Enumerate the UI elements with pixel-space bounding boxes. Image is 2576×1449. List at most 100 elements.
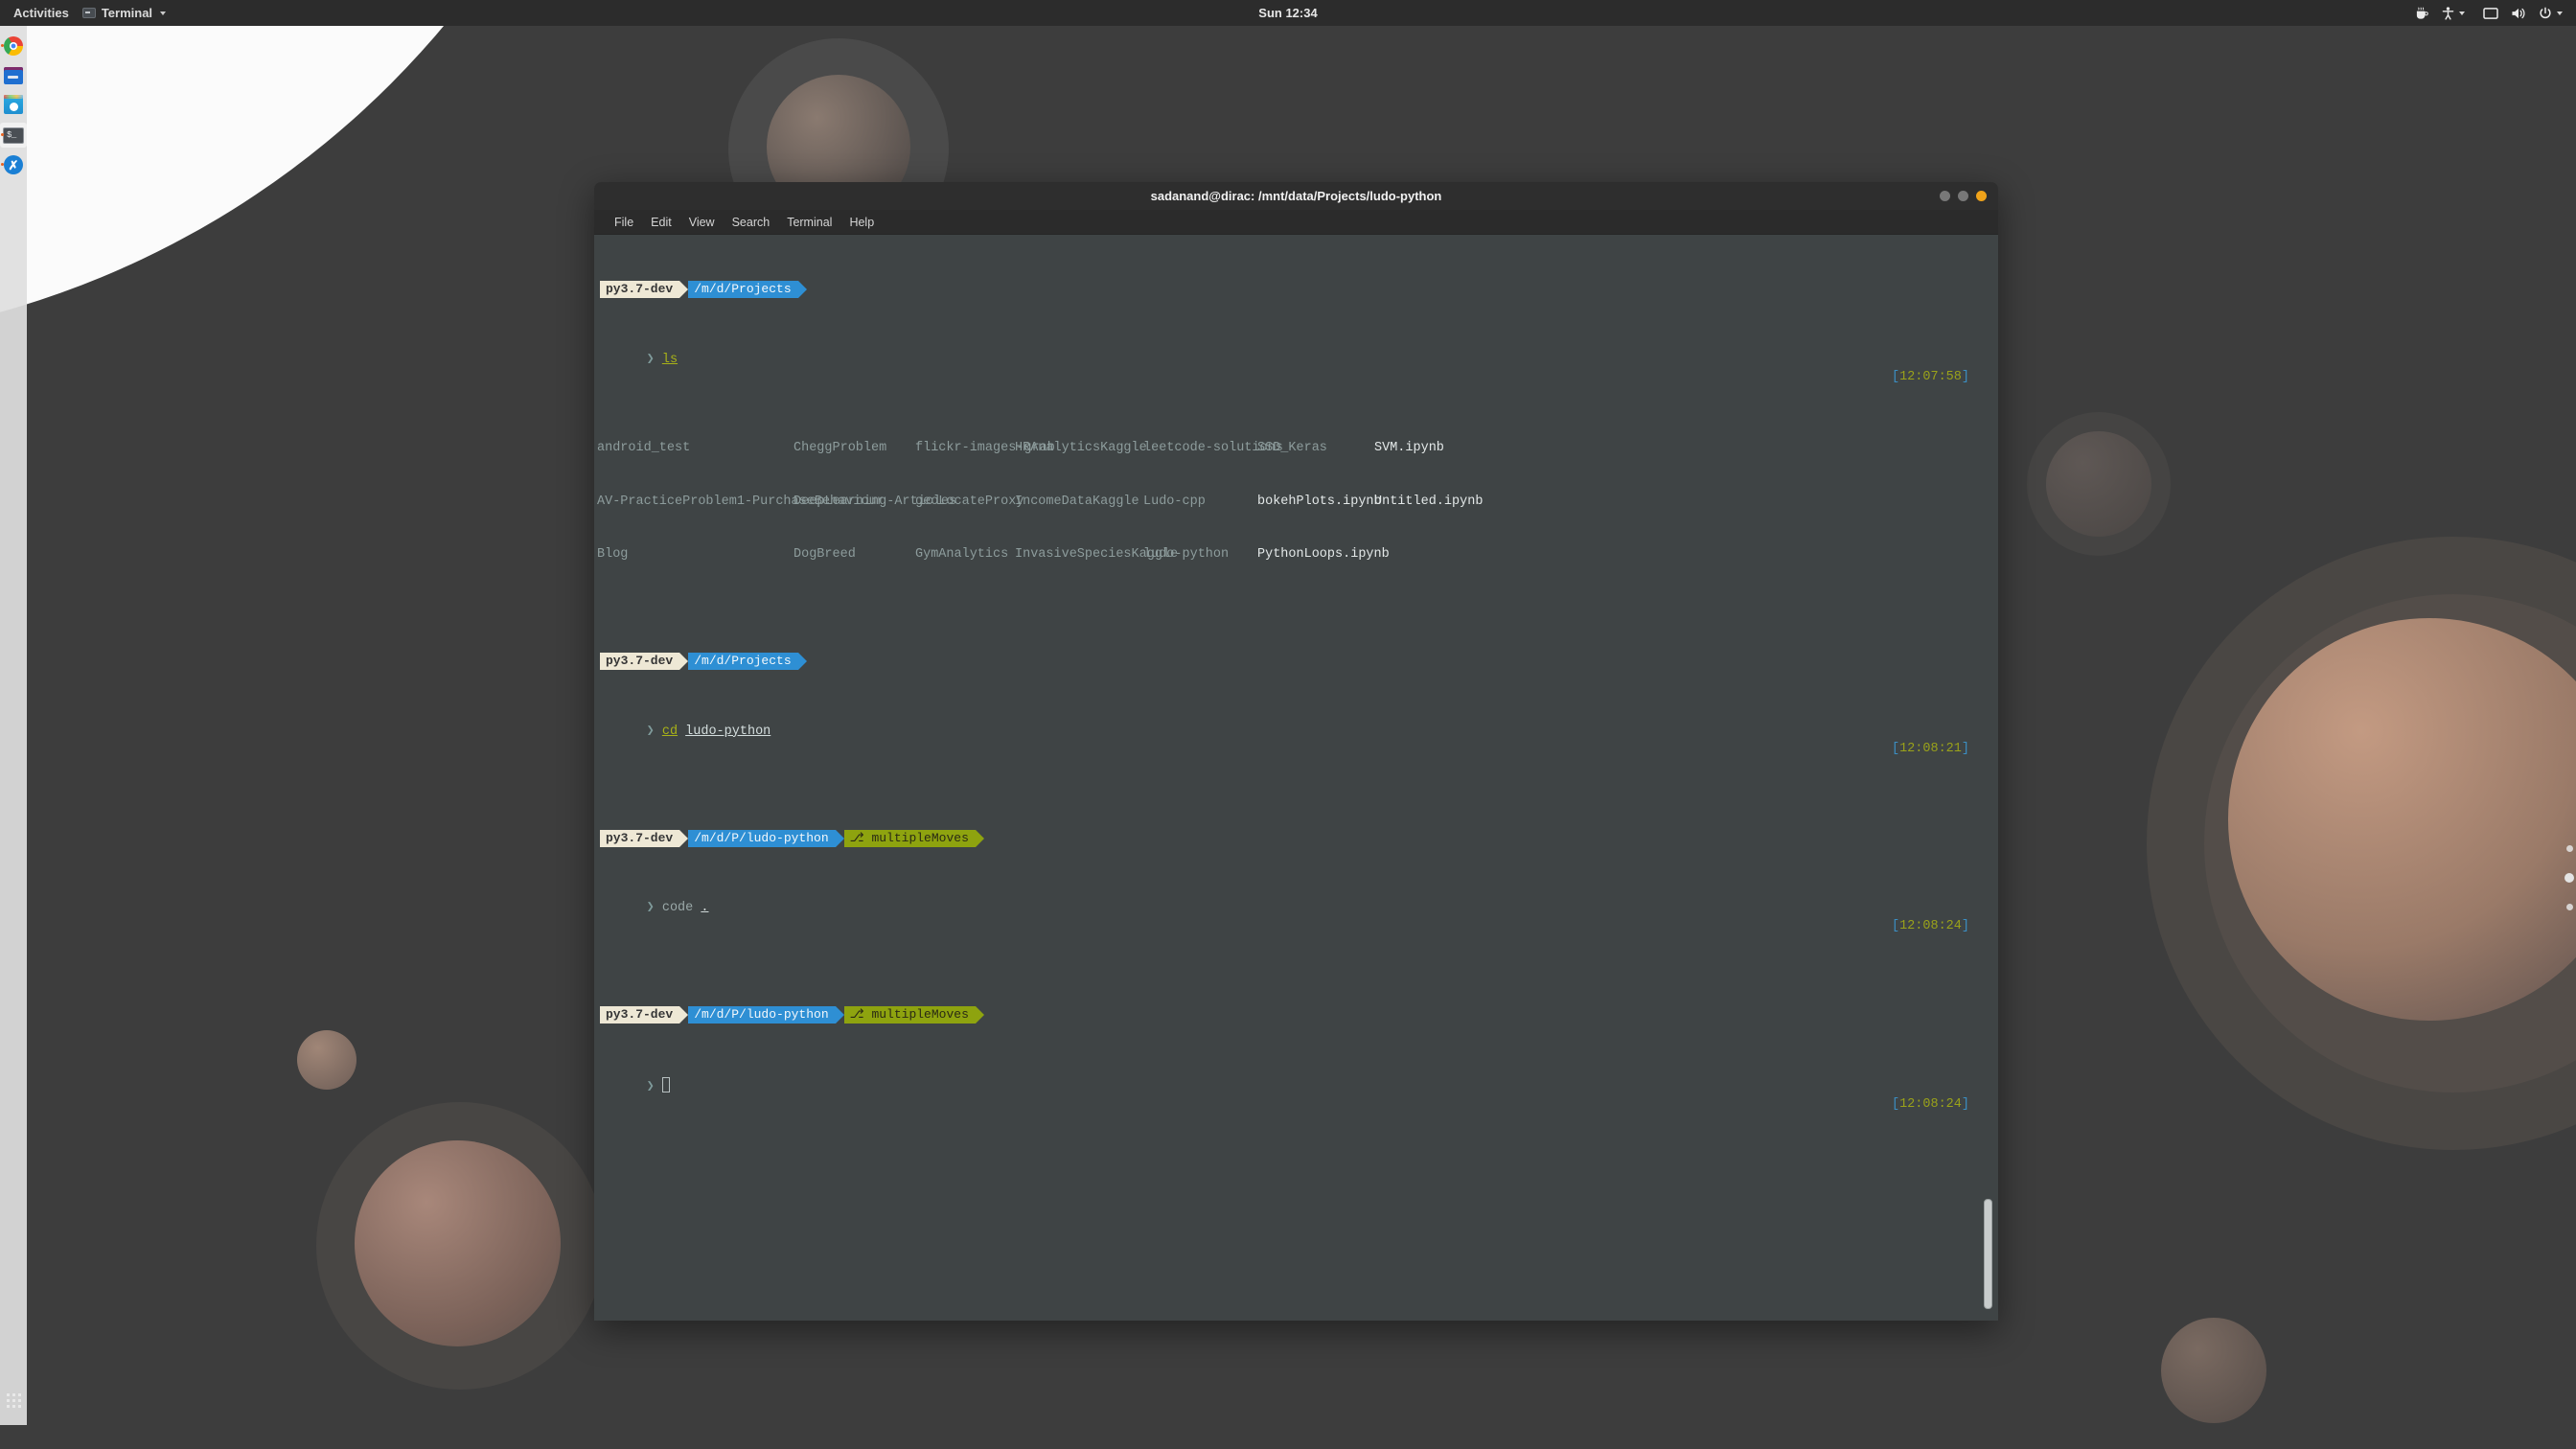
workspace-dot[interactable] (2566, 904, 2573, 910)
powerline-separator-icon (975, 1006, 984, 1024)
git-branch-name: multipleMoves (871, 1007, 969, 1022)
ls-listing: android_test AV-PracticeProblem1-Purchas… (597, 404, 1998, 600)
menu-help[interactable]: Help (840, 214, 883, 231)
accessibility-icon[interactable] (2442, 6, 2465, 20)
chevron-down-icon (160, 11, 167, 15)
activities-button[interactable]: Activities (13, 6, 69, 20)
dock-item-files[interactable] (0, 63, 27, 88)
prompt-git-segment: ⎇ multipleMoves (843, 829, 976, 847)
ls-entry[interactable]: IncomeDataKaggle (1015, 494, 1143, 512)
powerline-separator-icon (679, 1006, 689, 1024)
ls-entry[interactable]: Blog (597, 546, 794, 564)
ls-entry[interactable]: ludo-python (1143, 546, 1257, 564)
ls-entry[interactable]: DeepLearning-Articles (794, 494, 956, 512)
wallpaper-orb-7 (2046, 431, 2151, 537)
ls-entry[interactable]: InvasiveSpeciesKaggle (1015, 546, 1178, 564)
ls-entry[interactable]: SVM.ipynb (1374, 440, 1483, 458)
menu-file[interactable]: File (606, 214, 642, 231)
ls-entry[interactable]: flickr-images-grab (915, 440, 1055, 458)
menu-bar: File Edit View Search Terminal Help (594, 210, 1998, 235)
prompt-path-segment: /m/d/P/ludo-python (688, 1006, 836, 1024)
wallpaper-orb-6 (2161, 1318, 2266, 1423)
powerline-separator-icon (797, 653, 807, 670)
prompt-path-segment: /m/d/Projects (688, 653, 798, 670)
window-title: sadanand@dirac: /mnt/data/Projects/ludo-… (1150, 189, 1442, 203)
app-menu-label: Terminal (101, 6, 153, 20)
ubuntu-software-icon (4, 95, 23, 114)
files-icon (4, 67, 23, 84)
prompt-line: py3.7-dev /m/d/Projects (594, 245, 1998, 334)
volume-icon[interactable] (2511, 7, 2526, 20)
minimize-button[interactable] (1940, 191, 1950, 201)
menu-view[interactable]: View (680, 214, 724, 231)
running-indicator (1, 133, 4, 136)
timestamp: [12:07:58] (1891, 370, 1969, 384)
powerline-separator-icon (679, 281, 689, 298)
command-line: ❯ cd ludo-python [12:08:21] (594, 705, 1998, 776)
workspace-dot[interactable] (2566, 845, 2573, 852)
git-branch-icon: ⎇ (849, 1007, 864, 1022)
active-command-line[interactable]: ❯ [12:08:24] (594, 1059, 1998, 1132)
ls-entry[interactable]: HRAnalyticsKaggle (1015, 440, 1147, 458)
prompt-arrow-icon: ❯ (646, 901, 662, 915)
ls-entry[interactable]: android_test (597, 440, 794, 458)
app-menu-button[interactable]: Terminal (81, 6, 167, 20)
prompt-venv-segment: py3.7-dev (600, 281, 680, 298)
clock[interactable]: Sun 12:34 (0, 6, 2576, 20)
coffee-cup-icon[interactable] (2415, 7, 2429, 20)
power-icon[interactable] (2539, 7, 2563, 20)
workspace-dot-active[interactable] (2564, 873, 2574, 883)
powerline-separator-icon (797, 281, 807, 298)
terminal-scrollbar[interactable] (1984, 1199, 1992, 1309)
menu-edit[interactable]: Edit (642, 214, 680, 231)
window-titlebar[interactable]: sadanand@dirac: /mnt/data/Projects/ludo-… (594, 182, 1998, 210)
close-button[interactable] (1976, 191, 1987, 201)
powerline-separator-icon (679, 653, 689, 670)
ls-column: HRAnalyticsKaggle IncomeDataKaggle Invas… (1015, 404, 1178, 600)
terminal-window[interactable]: sadanand@dirac: /mnt/data/Projects/ludo-… (594, 182, 1998, 1321)
command-line: ❯ ls [12:07:58] (594, 334, 1998, 404)
ls-entry[interactable]: SSD_Keras (1257, 440, 1374, 458)
show-applications-button[interactable] (0, 1375, 27, 1425)
git-branch-icon: ⎇ (849, 830, 864, 845)
dock-item-vscode[interactable]: ✗ (0, 152, 27, 177)
command-text: cd (661, 724, 678, 739)
ls-entry[interactable]: Ludo-cpp (1143, 494, 1257, 512)
dock-item-terminal[interactable]: $_ (0, 123, 27, 148)
menu-terminal[interactable]: Terminal (778, 214, 840, 231)
dock-item-chrome[interactable] (0, 34, 27, 58)
ls-entry[interactable]: PythonLoops.ipynb (1257, 546, 1390, 564)
display-icon[interactable] (2483, 7, 2498, 20)
gnome-top-bar: Activities Terminal Sun 12:34 (0, 0, 2576, 26)
maximize-button[interactable] (1958, 191, 1968, 201)
menu-search[interactable]: Search (724, 214, 779, 231)
terminal-output-area[interactable]: py3.7-dev /m/d/Projects ❯ ls [12:07:58] … (594, 235, 1998, 1321)
wallpaper-orb-4 (297, 1030, 356, 1090)
command-arg: ludo-python (685, 724, 771, 739)
ls-entry[interactable]: bokehPlots.ipynb (1257, 494, 1382, 512)
ls-entry[interactable]: AV-PracticeProblem1-PurchaseBehaviour (597, 494, 885, 512)
ls-entry[interactable]: Untitled.ipynb (1374, 494, 1483, 512)
ls-entry[interactable]: geoLocateProxy (915, 494, 1024, 512)
dock-item-software[interactable] (0, 93, 27, 118)
ls-entry[interactable]: GymAnalytics (915, 546, 1015, 564)
wallpaper-orb-3 (355, 1140, 561, 1346)
ls-entry[interactable]: leetcode-solutions (1143, 440, 1283, 458)
command-text: code (661, 901, 694, 915)
ls-entry[interactable]: CheggProblem (794, 440, 915, 458)
powerline-separator-icon (835, 829, 844, 847)
prompt-venv-segment: py3.7-dev (600, 653, 680, 670)
command-line: ❯ code . [12:08:24] (594, 883, 1998, 954)
apps-grid-icon (6, 1392, 21, 1408)
prompt-path-segment: /m/d/P/ludo-python (688, 829, 836, 847)
prompt-venv-segment: py3.7-dev (600, 1006, 680, 1024)
workspace-switcher[interactable] (2564, 824, 2574, 932)
prompt-arrow-icon: ❯ (646, 1079, 662, 1094)
ls-entry[interactable]: DogBreed (794, 546, 915, 564)
favorites-dock: $_ ✗ (0, 26, 27, 1425)
prompt-line: py3.7-dev /m/d/Projects (594, 617, 1998, 705)
ls-column: android_test AV-PracticeProblem1-Purchas… (597, 404, 885, 600)
